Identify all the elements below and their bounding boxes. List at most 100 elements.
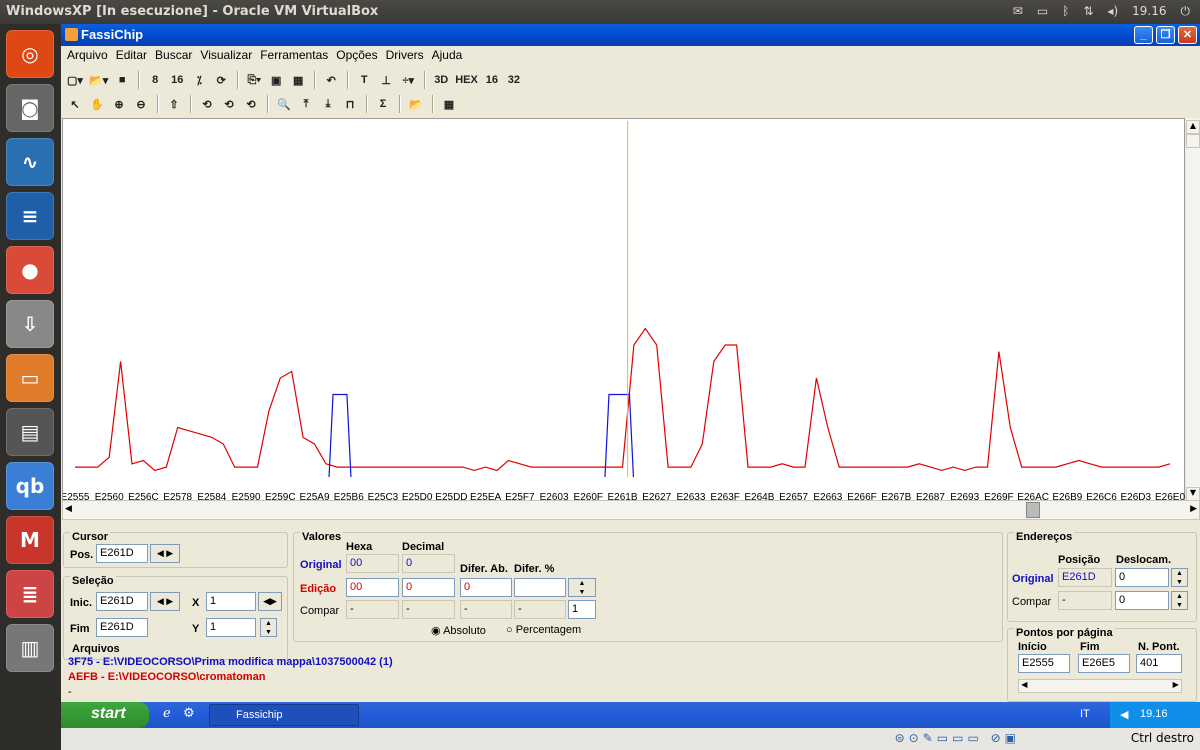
end-orig-spinner[interactable]: ▲ ▼: [1171, 568, 1188, 587]
toolbar-button[interactable]: ⟳: [211, 70, 231, 90]
installer-icon[interactable]: ⇩: [6, 300, 54, 348]
toolbar-button[interactable]: ▦: [439, 94, 459, 114]
toolbar-button[interactable]: T: [354, 70, 374, 90]
quicklaunch-icon[interactable]: ⚙: [183, 706, 195, 721]
network-icon[interactable]: ⇅: [1083, 4, 1093, 19]
toolbar-button[interactable]: ⟲: [197, 94, 217, 114]
ed-difpct-field[interactable]: [514, 578, 566, 597]
inicio-field[interactable]: E2555: [1018, 654, 1070, 673]
toolbar-button[interactable]: ▣: [266, 70, 286, 90]
gmail-icon[interactable]: M: [6, 516, 54, 564]
scanner-icon[interactable]: ▤: [6, 408, 54, 456]
files-icon[interactable]: ▭: [6, 354, 54, 402]
toolbar-button[interactable]: 16: [482, 70, 502, 90]
menu-opções[interactable]: Opções: [332, 46, 381, 66]
toolbar-button[interactable]: Σ: [373, 94, 393, 114]
toolbar-button[interactable]: ⤒: [296, 94, 316, 114]
vertical-scrollbar[interactable]: ▲ ▼: [1186, 118, 1200, 505]
toolbar-button[interactable]: 8: [145, 70, 165, 90]
pos-arrows[interactable]: ◀ ▶: [150, 544, 180, 563]
toolbar-button[interactable]: 🔍: [274, 94, 294, 114]
x-arrows[interactable]: ◀▶: [258, 592, 282, 611]
ie-icon[interactable]: ℯ: [163, 706, 171, 721]
lang-indicator[interactable]: IT: [1080, 708, 1090, 720]
menu-visualizar[interactable]: Visualizar: [196, 46, 256, 66]
pontos-fim-field[interactable]: E26E5: [1078, 654, 1130, 673]
toolbar-button[interactable]: ▢▾: [65, 70, 85, 90]
file-compar[interactable]: -: [68, 686, 72, 698]
stack-icon[interactable]: ≣: [6, 570, 54, 618]
y-spinner[interactable]: ▲ ▼: [260, 618, 277, 637]
line-chart[interactable]: E2555 E2560 E256C E2578 E2584 E2590 E259C E25A9…: [61, 119, 1186, 506]
toolbar-button[interactable]: ↶: [321, 70, 341, 90]
bluetooth-icon[interactable]: ᛒ: [1062, 4, 1069, 19]
vbox-device-icons[interactable]: ⊜⊙✎▭▭▭ ⊘▣: [895, 731, 1020, 745]
toolbar-button[interactable]: ⊥: [376, 70, 396, 90]
toolbar-button[interactable]: HEX: [453, 70, 480, 90]
system-monitor-icon[interactable]: ∿: [6, 138, 54, 186]
toolbar-button[interactable]: ⁒: [189, 70, 209, 90]
scroll-down-icon[interactable]: ▼: [1186, 487, 1200, 501]
pontos-slider[interactable]: ◀ ▶: [1018, 679, 1182, 693]
power-icon[interactable]: ⏻: [1181, 4, 1191, 19]
toolbar-button[interactable]: ↖: [65, 94, 85, 114]
file-edicao[interactable]: AEFB - E:\VIDEOCORSO\cromatoman: [68, 671, 265, 683]
menu-arquivo[interactable]: Arquivo: [63, 46, 112, 66]
menu-buscar[interactable]: Buscar: [151, 46, 196, 66]
toolbar-button[interactable]: ⇧: [164, 94, 184, 114]
maximize-button[interactable]: ❐: [1156, 26, 1175, 44]
toolbar-button[interactable]: ⟲: [241, 94, 261, 114]
fim-field[interactable]: E261D: [96, 618, 148, 637]
menu-drivers[interactable]: Drivers: [382, 46, 428, 66]
toolbar-button[interactable]: ⎘▾: [244, 70, 264, 90]
npont-field[interactable]: 401: [1136, 654, 1182, 673]
toolbar-button[interactable]: 📂: [406, 94, 426, 114]
trash-icon[interactable]: ▥: [6, 624, 54, 672]
camera-icon[interactable]: ◙: [6, 84, 54, 132]
pos-field[interactable]: E261D: [96, 544, 148, 563]
mail-icon[interactable]: ✉: [1013, 4, 1023, 19]
end-orig-desl[interactable]: 0: [1115, 568, 1169, 587]
toolbar-button[interactable]: ▦: [288, 70, 308, 90]
file-original[interactable]: 3F75 - E:\VIDEOCORSO\Prima modifica mapp…: [68, 656, 393, 668]
toolbar-button[interactable]: ⊕: [109, 94, 129, 114]
scroll-right-icon[interactable]: ▶: [1190, 504, 1197, 514]
toolbar-button[interactable]: ⟲: [219, 94, 239, 114]
absoluto-radio[interactable]: ◉ Absoluto: [431, 624, 486, 637]
y-field[interactable]: 1: [206, 618, 256, 637]
ed-dec-field[interactable]: 0: [402, 578, 455, 597]
toolbar-button[interactable]: ⤓: [318, 94, 338, 114]
qbittorrent-icon[interactable]: qb: [6, 462, 54, 510]
ed-hex-field[interactable]: 00: [346, 578, 399, 597]
toolbar-button[interactable]: 32: [504, 70, 524, 90]
percentagem-radio[interactable]: ○ Percentagem: [506, 624, 581, 636]
scroll-thumb[interactable]: [1186, 134, 1200, 148]
hscroll-thumb[interactable]: [1026, 502, 1040, 518]
battery-icon[interactable]: ▭: [1037, 4, 1048, 19]
ubuntu-dash-icon[interactable]: ◎: [6, 30, 54, 78]
tray-arrow-icon[interactable]: ◀: [1120, 708, 1128, 721]
ed-difab-field[interactable]: 0: [460, 578, 512, 597]
volume-icon[interactable]: ◂): [1107, 4, 1118, 19]
menu-ferramentas[interactable]: Ferramentas: [256, 46, 332, 66]
toolbar-button[interactable]: ⊓: [340, 94, 360, 114]
chart-area[interactable]: E2555 E2560 E256C E2578 E2584 E2590 E259C E25A9…: [61, 118, 1186, 506]
menu-editar[interactable]: Editar: [112, 46, 151, 66]
step-field[interactable]: 1: [568, 600, 596, 619]
end-cmp-spinner[interactable]: ▲ ▼: [1171, 591, 1188, 610]
x-field[interactable]: 1: [206, 592, 256, 611]
end-cmp-desl[interactable]: 0: [1115, 591, 1169, 610]
scroll-left-icon[interactable]: ◀: [65, 504, 72, 514]
toolbar-button[interactable]: ■: [112, 70, 132, 90]
start-button[interactable]: start: [61, 702, 149, 728]
horizontal-scrollbar[interactable]: ◀ ▶: [62, 500, 1200, 520]
chrome-icon[interactable]: ●: [6, 246, 54, 294]
toolbar-button[interactable]: 16: [167, 70, 187, 90]
toolbar-button[interactable]: ⊖: [131, 94, 151, 114]
scroll-up-icon[interactable]: ▲: [1186, 120, 1200, 134]
writer-icon[interactable]: ≡: [6, 192, 54, 240]
toolbar-button[interactable]: 3D: [431, 70, 451, 90]
menu-ajuda[interactable]: Ajuda: [428, 46, 467, 66]
inic-arrows[interactable]: ◀ ▶: [150, 592, 180, 611]
inic-field[interactable]: E261D: [96, 592, 148, 611]
